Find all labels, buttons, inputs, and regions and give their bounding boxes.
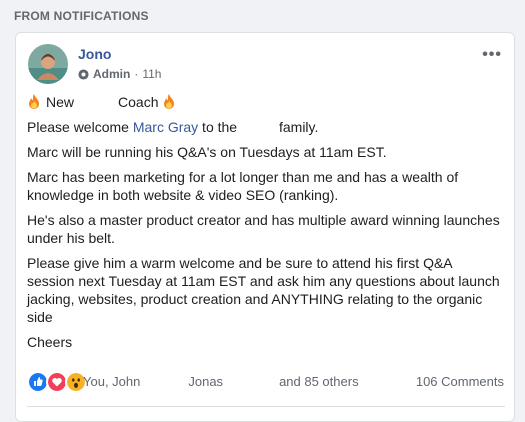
post-header: Jono Admin · 11h •••	[28, 44, 504, 88]
post-card: Jono Admin · 11h ••• New Coach Please we…	[15, 32, 515, 422]
reaction-names[interactable]: You, John Jonas and 85 others	[83, 374, 359, 389]
post-time[interactable]: 11h	[142, 67, 161, 81]
headline-pre: New	[46, 94, 75, 110]
post-paragraph: Marc has been marketing for a lot longer…	[27, 169, 459, 203]
reactor-names-first: You, John	[83, 374, 141, 389]
mention-link[interactable]: Marc Gray	[133, 119, 198, 135]
post-paragraph: Marc will be running his Q&A's on Tuesda…	[27, 144, 387, 160]
welcome-paragraph: Please welcome Marc Gray to the family.	[27, 118, 503, 136]
welcome-mid: to the	[198, 119, 238, 135]
more-options-button[interactable]: •••	[482, 46, 502, 64]
post-headline: New Coach	[27, 93, 503, 111]
post-paragraph: He's also a master product creator and h…	[27, 212, 500, 246]
post-paragraph: Please give him a warm welcome and be su…	[27, 255, 500, 325]
welcome-post: family.	[275, 119, 319, 135]
welcome-pre: Please welcome	[27, 119, 133, 135]
meta-separator: ·	[134, 67, 139, 81]
fire-icon	[29, 94, 39, 109]
fire-icon	[164, 94, 175, 109]
post-paragraph: Cheers	[27, 334, 73, 350]
section-label: FROM NOTIFICATIONS	[14, 9, 149, 23]
post-body: New Coach Please welcome Marc Gray to th…	[27, 93, 503, 358]
reactor-names-third: and 85 others	[279, 374, 359, 389]
author-role: Admin	[93, 67, 131, 81]
avatar[interactable]	[28, 44, 68, 84]
headline-post: Coach	[118, 94, 159, 110]
post-meta: Admin · 11h	[78, 67, 161, 81]
admin-badge-icon	[78, 68, 89, 80]
post-footer: You, John Jonas and 85 others 106 Comments	[27, 369, 505, 393]
reactor-names-second: Jonas	[188, 374, 224, 389]
footer-divider	[27, 406, 505, 407]
author-name[interactable]: Jono	[78, 46, 111, 62]
reaction-icons[interactable]	[27, 371, 87, 393]
comments-count-link[interactable]: 106 Comments	[416, 374, 504, 389]
